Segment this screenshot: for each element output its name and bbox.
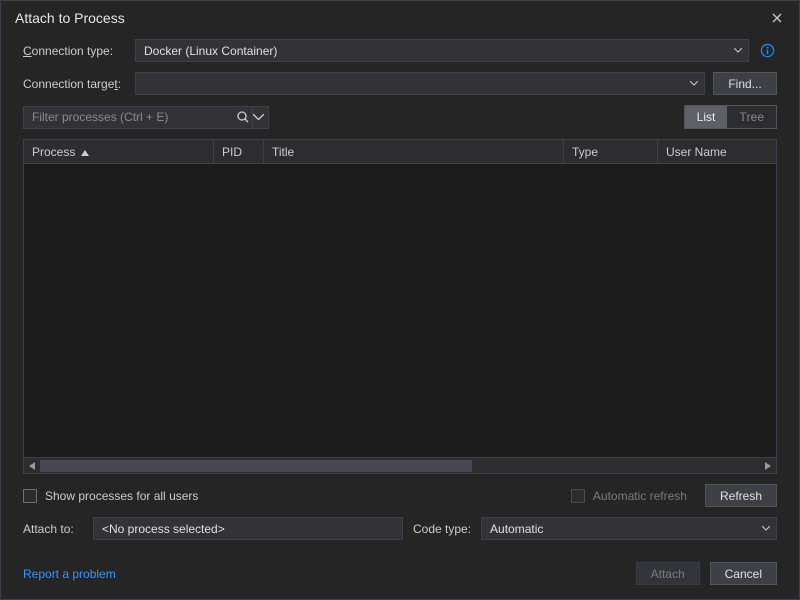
refresh-controls: Automatic refresh Refresh xyxy=(571,484,777,507)
titlebar: Attach to Process xyxy=(1,1,799,35)
options-row: Show processes for all users Automatic r… xyxy=(23,484,777,507)
automatic-refresh-label: Automatic refresh xyxy=(593,489,687,503)
find-button[interactable]: Find... xyxy=(713,72,777,95)
connection-target-dropdown[interactable] xyxy=(135,72,705,95)
scroll-right-arrow[interactable] xyxy=(760,458,776,473)
connection-target-row: Connection target: Find... xyxy=(23,72,777,95)
connection-type-dropdown[interactable]: Docker (Linux Container) xyxy=(135,39,749,62)
show-all-users-group: Show processes for all users xyxy=(23,489,198,503)
column-header-type[interactable]: Type xyxy=(564,140,658,163)
table-body-empty xyxy=(24,164,776,457)
attach-to-value: <No process selected> xyxy=(102,522,225,536)
chevron-down-icon xyxy=(762,525,770,533)
chevron-down-icon xyxy=(734,47,742,55)
info-icon[interactable] xyxy=(757,43,777,58)
footer-buttons: Attach Cancel xyxy=(636,562,777,585)
sort-ascending-icon xyxy=(81,145,89,159)
dialog-footer: Report a problem Attach Cancel xyxy=(1,554,799,599)
attach-row: Attach to: <No process selected> Code ty… xyxy=(23,517,777,540)
attach-to-process-dialog: Attach to Process Connection type: Docke… xyxy=(0,0,800,600)
horizontal-scrollbar[interactable] xyxy=(24,457,776,473)
attach-to-field[interactable]: <No process selected> xyxy=(93,517,403,540)
filter-row: Filter processes (Ctrl + E) List Tree xyxy=(23,105,777,129)
show-all-users-label: Show processes for all users xyxy=(45,489,198,503)
close-button[interactable] xyxy=(763,7,791,29)
table-header: Process PID Title Type User Name xyxy=(24,140,776,164)
scroll-left-arrow[interactable] xyxy=(24,458,40,473)
close-icon xyxy=(772,13,782,23)
dialog-content: Connection type: Docker (Linux Container… xyxy=(1,35,799,554)
automatic-refresh-checkbox xyxy=(571,489,585,503)
show-all-users-checkbox[interactable] xyxy=(23,489,37,503)
scroll-thumb[interactable] xyxy=(40,460,472,472)
column-header-pid[interactable]: PID xyxy=(214,140,264,163)
tree-view-toggle[interactable]: Tree xyxy=(727,106,776,128)
report-problem-link[interactable]: Report a problem xyxy=(23,567,116,581)
attach-to-label: Attach to: xyxy=(23,522,85,536)
code-type-label: Code type: xyxy=(413,522,471,536)
column-header-title[interactable]: Title xyxy=(264,140,564,163)
chevron-down-icon xyxy=(690,80,698,88)
process-table: Process PID Title Type User Name xyxy=(23,139,777,474)
list-view-toggle[interactable]: List xyxy=(685,106,728,128)
search-icon xyxy=(236,110,250,124)
connection-type-row: Connection type: Docker (Linux Container… xyxy=(23,39,777,62)
attach-to-group: Attach to: <No process selected> xyxy=(23,517,403,540)
column-header-user[interactable]: User Name xyxy=(658,140,776,163)
filter-processes-input[interactable]: Filter processes (Ctrl + E) xyxy=(23,106,269,129)
filter-placeholder: Filter processes (Ctrl + E) xyxy=(32,110,236,124)
filter-split-button[interactable] xyxy=(252,107,264,128)
attach-button: Attach xyxy=(636,562,700,585)
code-type-value: Automatic xyxy=(490,522,543,536)
connection-type-label: Connection type: xyxy=(23,44,127,58)
code-type-dropdown[interactable]: Automatic xyxy=(481,517,777,540)
view-toggle-group: List Tree xyxy=(684,105,777,129)
refresh-button[interactable]: Refresh xyxy=(705,484,777,507)
column-header-process[interactable]: Process xyxy=(24,140,214,163)
cancel-button[interactable]: Cancel xyxy=(710,562,777,585)
code-type-group: Code type: Automatic xyxy=(413,517,777,540)
connection-target-label: Connection target: xyxy=(23,77,127,91)
automatic-refresh-group: Automatic refresh xyxy=(571,489,687,503)
connection-type-value: Docker (Linux Container) xyxy=(144,44,277,58)
scroll-track[interactable] xyxy=(40,458,760,473)
dialog-title: Attach to Process xyxy=(15,10,125,26)
